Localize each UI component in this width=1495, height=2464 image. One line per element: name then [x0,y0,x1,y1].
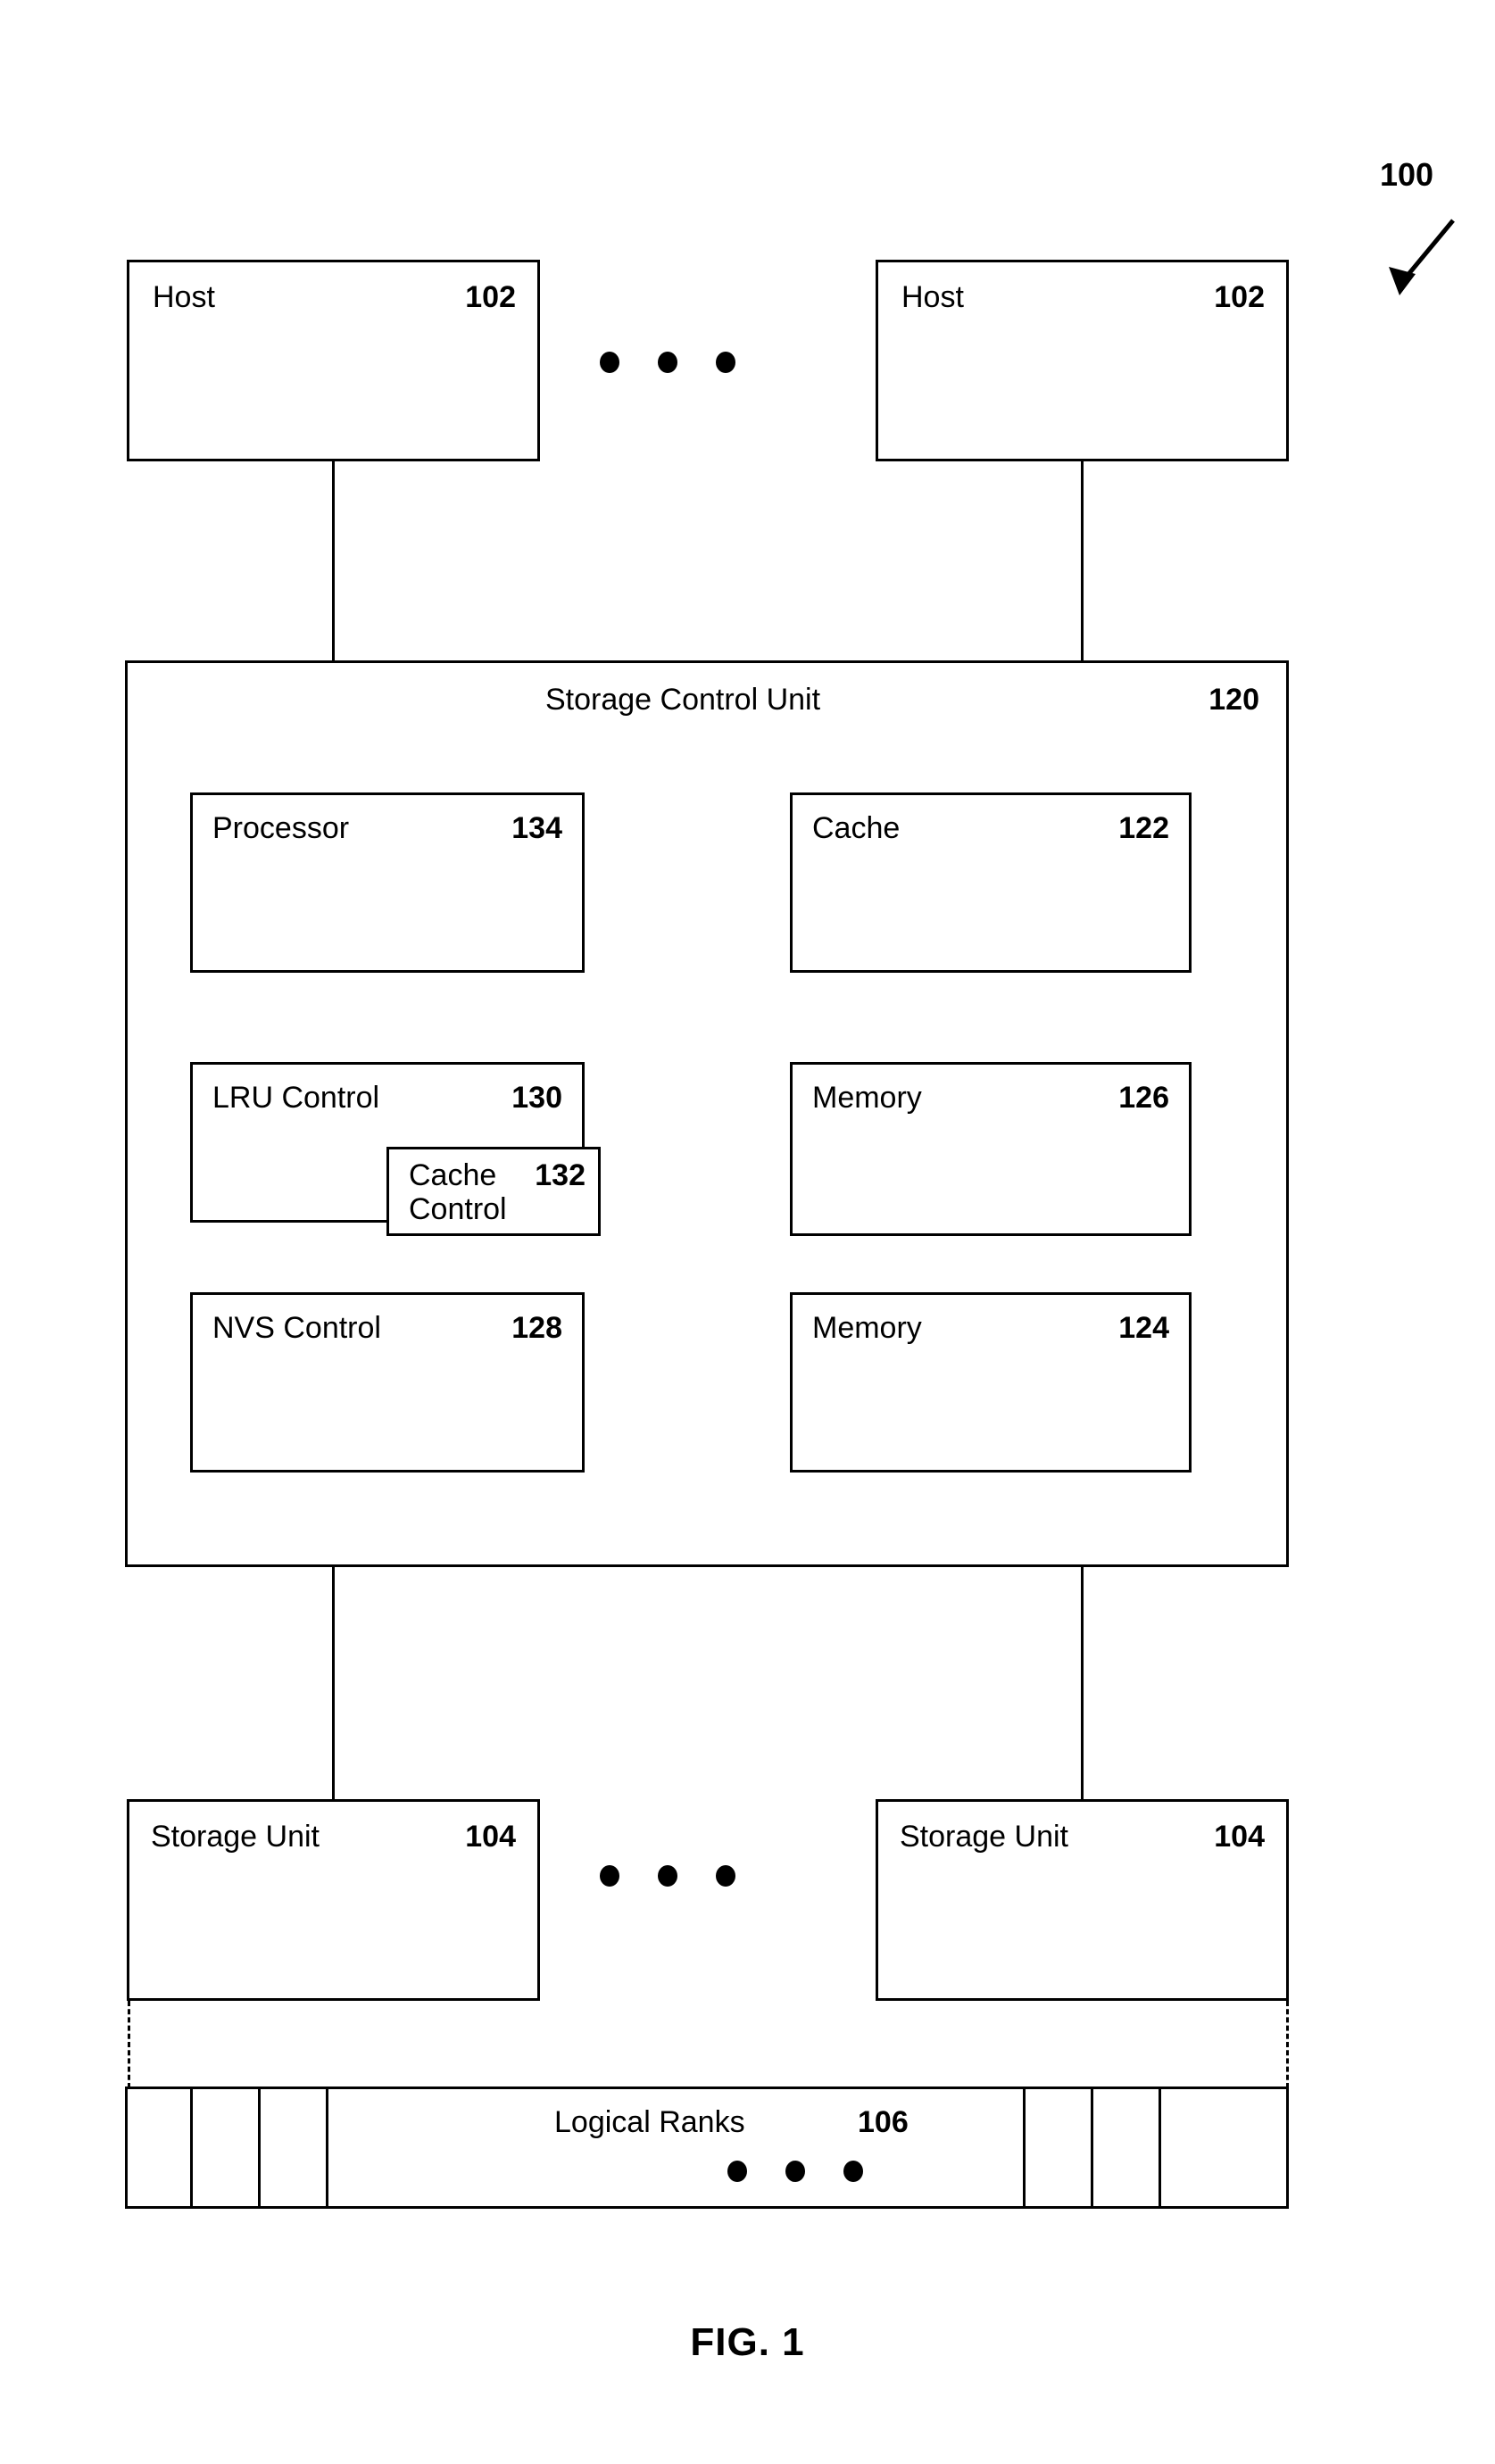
ellipsis-dot [785,2161,805,2182]
lru-control-label: LRU Control [212,1081,380,1115]
ellipsis-dot [658,352,677,373]
memory-ref: 126 [1118,1081,1169,1115]
lru-control-ref: 130 [511,1081,562,1115]
figure-canvas: 100 Host 102 Host 102 Storage Control Un… [0,0,1495,2464]
connector-host-left-to-scu [332,461,335,660]
memory-label: Memory [812,1311,922,1345]
dashed-connector-right [1286,2001,1289,2088]
dashed-connector-left [128,2001,130,2088]
ellipsis-dot [727,2161,747,2182]
connector-scu-to-storage-unit-left [332,1567,335,1799]
connector-host-right-to-scu [1081,461,1084,660]
system-reference-arrow-icon [1389,219,1455,295]
rank-divider [258,2089,261,2206]
host-ellipsis [600,352,735,373]
cache-box: Cache 122 [790,792,1192,973]
nvs-control-label: NVS Control [212,1311,381,1345]
storage-control-unit-ref: 120 [1208,683,1259,717]
storage-unit-ref: 104 [465,1820,516,1854]
host-box-right: Host 102 [876,260,1289,461]
logical-ranks-ellipsis [727,2161,863,2182]
processor-box: Processor 134 [190,792,585,973]
cache-label: Cache [812,811,901,845]
memory-ref: 124 [1118,1311,1169,1345]
ellipsis-dot [658,1865,677,1887]
memory-124-box: Memory 124 [790,1292,1192,1473]
memory-label: Memory [812,1081,922,1115]
ellipsis-dot [716,352,735,373]
ellipsis-dot [600,1865,619,1887]
rank-divider [1091,2089,1093,2206]
storage-control-unit-box: Storage Control Unit 120 Processor 134 C… [125,660,1289,1567]
rank-divider [326,2089,328,2206]
cache-control-label: Cache Control [409,1158,507,1227]
logical-ranks-ref: 106 [858,2105,909,2139]
ellipsis-dot [600,352,619,373]
cache-ref: 122 [1118,811,1169,845]
system-reference-label: 100 [1380,156,1434,193]
nvs-control-ref: 128 [511,1311,562,1345]
cache-control-ref: 132 [535,1158,586,1192]
logical-ranks-bar: Logical Ranks 106 [125,2087,1289,2209]
storage-control-unit-title: Storage Control Unit [545,683,821,717]
host-ref: 102 [1214,280,1265,314]
storage-unit-ellipsis [600,1865,735,1887]
processor-ref: 134 [511,811,562,845]
rank-divider [1023,2089,1026,2206]
storage-unit-box-right: Storage Unit 104 [876,1799,1289,2001]
storage-unit-label: Storage Unit [900,1820,1068,1854]
host-ref: 102 [465,280,516,314]
nvs-control-box: NVS Control 128 [190,1292,585,1473]
storage-unit-box-left: Storage Unit 104 [127,1799,540,2001]
cache-control-box: Cache Control 132 [386,1147,601,1236]
storage-unit-label: Storage Unit [151,1820,320,1854]
figure-caption: FIG. 1 [690,2320,805,2364]
storage-unit-ref: 104 [1214,1820,1265,1854]
memory-126-box: Memory 126 [790,1062,1192,1236]
host-box-left: Host 102 [127,260,540,461]
ellipsis-dot [716,1865,735,1887]
connector-scu-to-storage-unit-right [1081,1567,1084,1799]
rank-divider [190,2089,193,2206]
ellipsis-dot [843,2161,863,2182]
host-label: Host [153,280,215,314]
processor-label: Processor [212,811,350,845]
rank-divider [1159,2089,1161,2206]
logical-ranks-label: Logical Ranks [554,2105,745,2139]
host-label: Host [901,280,964,314]
